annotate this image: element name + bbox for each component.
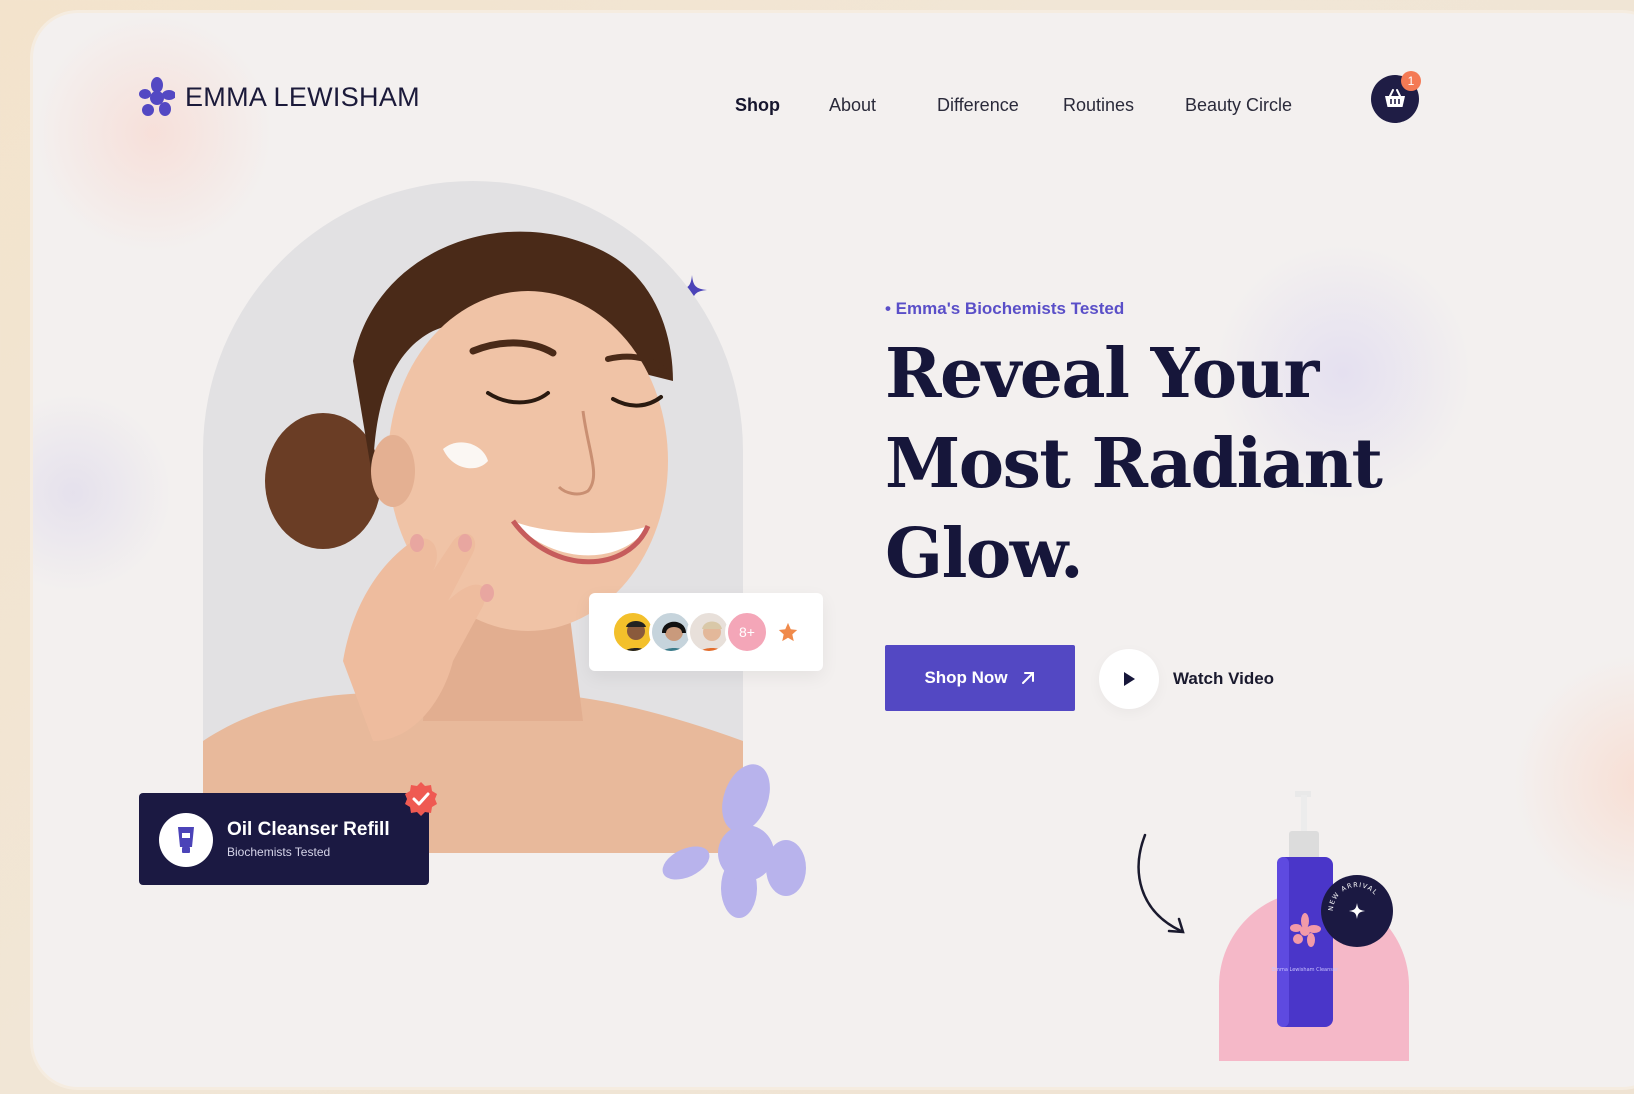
headline-line: Reveal Your [885,334,1319,414]
new-arrival-product[interactable]: Emma Lewisham Cleanser NEW ARRIVAL [1219,791,1409,1061]
more-members-badge[interactable]: 8+ [725,610,769,654]
community-avatars-card[interactable]: 8+ [589,593,823,671]
background-glow [33,393,173,593]
verified-check-icon [405,782,437,816]
nav-shop[interactable]: Shop [735,95,780,116]
basket-icon [1385,89,1405,107]
nav-routines[interactable]: Routines [1063,95,1134,116]
shop-now-label: Shop Now [924,668,1008,687]
model-portrait-image [203,231,743,853]
brand-logo[interactable]: EMMA LEWISHAM [139,77,420,117]
headline-line: Most Radiant [885,424,1383,504]
cart-count-badge: 1 [1401,71,1421,91]
watch-video-link[interactable]: Watch Video [1173,669,1274,689]
product-tag-title: Oil Cleanser Refill [227,819,390,840]
shop-now-button[interactable]: Shop Now [885,645,1075,711]
hero-card: EMMA LEWISHAM Shop About Difference Rout… [30,10,1634,1090]
nav-beauty-circle[interactable]: Beauty Circle [1185,95,1292,116]
hero-eyebrow: • Emma's Biochemists Tested [885,299,1125,318]
play-icon [1124,672,1135,686]
product-tag-subtitle: Biochemists Tested [227,845,331,859]
flower-decoration-icon [662,764,806,918]
new-arrival-badge-icon: NEW ARRIVAL [1327,881,1380,919]
arrow-up-right-icon [1021,672,1034,684]
brand-name: EMMA LEWISHAM [185,81,420,112]
play-video-button[interactable] [1099,649,1159,709]
background-glow [1513,653,1634,913]
product-tag[interactable]: Oil Cleanser Refill Biochemists Tested [139,793,429,885]
star-icon [778,622,798,642]
nav-about[interactable]: About [829,95,876,116]
nav-difference[interactable]: Difference [937,95,1019,116]
curved-arrow-icon [1137,833,1185,934]
hero-headline: Reveal Your Most Radiant Glow. [885,329,1405,599]
badge-text: NEW ARRIVAL [1327,881,1379,911]
headline-line: Glow. [885,514,1084,594]
hero-portrait [203,181,743,853]
new-arrival-badge: NEW ARRIVAL [1321,875,1393,947]
bottle-label: Emma Lewisham Cleanser [1272,967,1339,973]
svg-text:NEW ARRIVAL: NEW ARRIVAL [1327,881,1380,911]
flower-logo-icon [139,77,175,116]
product-tube-icon [159,813,213,867]
